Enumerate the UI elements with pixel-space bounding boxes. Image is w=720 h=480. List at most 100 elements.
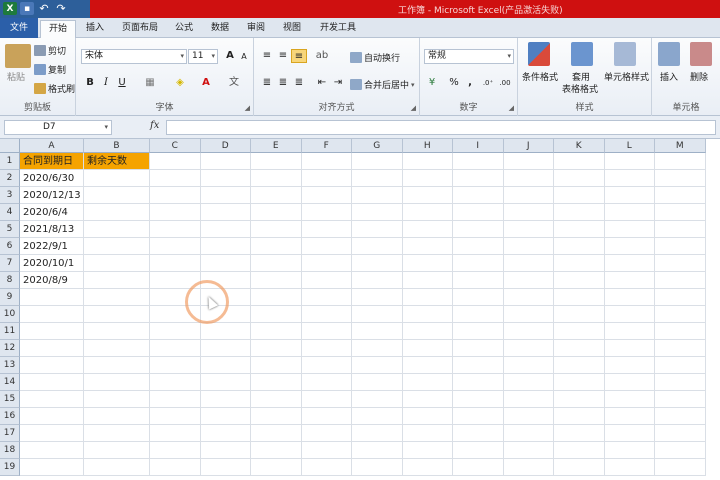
column-header-l[interactable]: L <box>604 139 655 153</box>
row-header-13[interactable]: 13 <box>0 357 20 374</box>
cell-a2[interactable]: 2020/6/30 <box>20 170 84 187</box>
cell-e1[interactable] <box>251 153 302 170</box>
row-header-5[interactable]: 5 <box>0 221 20 238</box>
cell-e2[interactable] <box>251 170 302 187</box>
row-header-10[interactable]: 10 <box>0 306 20 323</box>
cell-m7[interactable] <box>655 255 706 272</box>
cell-d5[interactable] <box>200 221 251 238</box>
column-header-j[interactable]: J <box>503 139 554 153</box>
cell-g18[interactable] <box>352 442 403 459</box>
cell-l16[interactable] <box>604 408 655 425</box>
cell-f17[interactable] <box>301 425 352 442</box>
cell-a16[interactable] <box>20 408 84 425</box>
cell-a17[interactable] <box>20 425 84 442</box>
column-header-h[interactable]: H <box>402 139 453 153</box>
cell-h12[interactable] <box>402 340 453 357</box>
cell-a15[interactable] <box>20 391 84 408</box>
cell-a9[interactable] <box>20 289 84 306</box>
cell-m15[interactable] <box>655 391 706 408</box>
cell-h16[interactable] <box>402 408 453 425</box>
cell-k14[interactable] <box>554 374 605 391</box>
dialog-launcher-icon[interactable]: ◢ <box>411 104 416 112</box>
cell-h18[interactable] <box>402 442 453 459</box>
row-header-8[interactable]: 8 <box>0 272 20 289</box>
cell-k6[interactable] <box>554 238 605 255</box>
cell-h15[interactable] <box>402 391 453 408</box>
cell-j2[interactable] <box>503 170 554 187</box>
cell-m14[interactable] <box>655 374 706 391</box>
cell-m9[interactable] <box>655 289 706 306</box>
cell-f19[interactable] <box>301 459 352 476</box>
delete-cells-button[interactable]: 删除 <box>690 70 708 83</box>
cell-f3[interactable] <box>301 187 352 204</box>
cell-e16[interactable] <box>251 408 302 425</box>
cell-k13[interactable] <box>554 357 605 374</box>
column-header-b[interactable]: B <box>84 139 150 153</box>
tab-data[interactable]: 数据 <box>206 20 234 38</box>
cell-j15[interactable] <box>503 391 554 408</box>
cell-l12[interactable] <box>604 340 655 357</box>
increase-decimal-icon[interactable]: .0⁺ <box>480 76 496 90</box>
cell-b17[interactable] <box>84 425 150 442</box>
merge-center-button[interactable]: 合并后居中 ▾ <box>350 78 415 91</box>
cell-l17[interactable] <box>604 425 655 442</box>
cell-e9[interactable] <box>251 289 302 306</box>
cell-i9[interactable] <box>453 289 504 306</box>
cell-a12[interactable] <box>20 340 84 357</box>
cell-j4[interactable] <box>503 204 554 221</box>
cell-a4[interactable]: 2020/6/4 <box>20 204 84 221</box>
cell-h4[interactable] <box>402 204 453 221</box>
cell-c13[interactable] <box>150 357 201 374</box>
cell-l9[interactable] <box>604 289 655 306</box>
cell-h1[interactable] <box>402 153 453 170</box>
cell-g4[interactable] <box>352 204 403 221</box>
cell-j10[interactable] <box>503 306 554 323</box>
cell-e5[interactable] <box>251 221 302 238</box>
cell-b18[interactable] <box>84 442 150 459</box>
cell-k17[interactable] <box>554 425 605 442</box>
cell-m8[interactable] <box>655 272 706 289</box>
cell-h3[interactable] <box>402 187 453 204</box>
cell-a6[interactable]: 2022/9/1 <box>20 238 84 255</box>
cell-i6[interactable] <box>453 238 504 255</box>
cell-c6[interactable] <box>150 238 201 255</box>
cell-f18[interactable] <box>301 442 352 459</box>
cell-c5[interactable] <box>150 221 201 238</box>
row-header-16[interactable]: 16 <box>0 408 20 425</box>
conditional-format-button[interactable]: 条件格式 <box>522 70 558 83</box>
column-header-i[interactable]: I <box>453 139 504 153</box>
redo-icon[interactable]: ↷ <box>54 2 68 15</box>
cell-f14[interactable] <box>301 374 352 391</box>
cell-b10[interactable] <box>84 306 150 323</box>
row-header-4[interactable]: 4 <box>0 204 20 221</box>
fill-color-icon[interactable]: ◈ <box>172 76 188 90</box>
cell-h2[interactable] <box>402 170 453 187</box>
column-header-k[interactable]: K <box>554 139 605 153</box>
cell-b7[interactable] <box>84 255 150 272</box>
row-header-17[interactable]: 17 <box>0 425 20 442</box>
insert-cells-icon[interactable] <box>658 42 680 66</box>
cell-e15[interactable] <box>251 391 302 408</box>
cell-l11[interactable] <box>604 323 655 340</box>
cell-b19[interactable] <box>84 459 150 476</box>
cell-a3[interactable]: 2020/12/13 <box>20 187 84 204</box>
cell-h5[interactable] <box>402 221 453 238</box>
cell-f11[interactable] <box>301 323 352 340</box>
increase-indent-icon[interactable]: ⇥ <box>330 76 346 90</box>
cell-i19[interactable] <box>453 459 504 476</box>
cell-a19[interactable] <box>20 459 84 476</box>
cell-i16[interactable] <box>453 408 504 425</box>
cell-j12[interactable] <box>503 340 554 357</box>
format-painter-button[interactable]: 格式刷 <box>34 82 75 95</box>
cell-g5[interactable] <box>352 221 403 238</box>
decrease-decimal-icon[interactable]: .00 <box>497 76 513 90</box>
cell-g6[interactable] <box>352 238 403 255</box>
align-top-icon[interactable]: ≡ <box>259 49 275 63</box>
cell-c3[interactable] <box>150 187 201 204</box>
currency-icon[interactable]: ¥ <box>424 76 440 90</box>
cell-a13[interactable] <box>20 357 84 374</box>
column-header-e[interactable]: E <box>251 139 302 153</box>
cell-d18[interactable] <box>200 442 251 459</box>
conditional-format-icon[interactable] <box>528 42 550 66</box>
cell-g8[interactable] <box>352 272 403 289</box>
